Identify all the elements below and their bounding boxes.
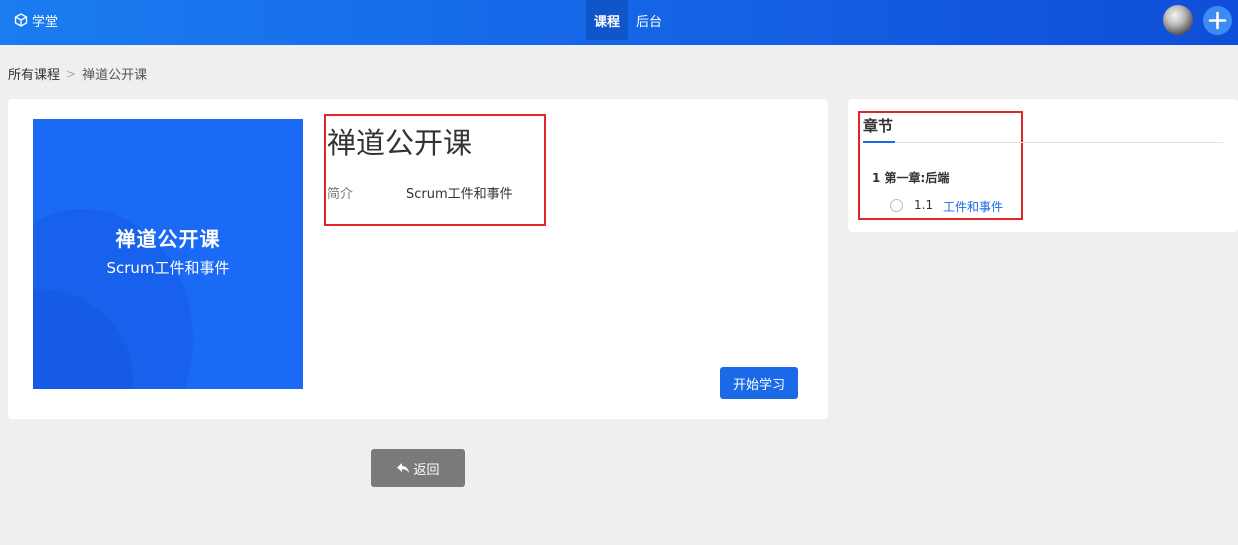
- breadcrumb-separator: >: [66, 66, 77, 81]
- user-avatar[interactable]: [1163, 5, 1193, 35]
- brand-logo[interactable]: 学堂: [14, 0, 58, 40]
- lesson-number: 1.1: [914, 198, 934, 212]
- chapters-heading: 章节: [863, 117, 894, 135]
- cube-icon: [14, 13, 28, 27]
- cover-title: 禅道公开课: [115, 227, 221, 251]
- start-learning-button[interactable]: 开始学习: [720, 367, 798, 399]
- add-button[interactable]: [1203, 6, 1232, 35]
- lesson-status-icon: [890, 199, 903, 212]
- active-tab-indicator: [863, 141, 895, 143]
- course-title: 禅道公开课: [327, 126, 473, 160]
- main-nav: 课程 后台: [586, 0, 670, 40]
- reply-arrow-icon: [397, 463, 410, 473]
- cover-subtitle: Scrum工件和事件: [106, 259, 230, 277]
- top-navbar: 学堂 课程 后台: [0, 0, 1238, 45]
- lesson-link[interactable]: 工件和事件: [943, 198, 1003, 215]
- course-detail-card: 禅道公开课 Scrum工件和事件 禅道公开课 简介 Scrum工件和事件 开始学…: [8, 99, 828, 419]
- back-button-label: 返回: [413, 462, 440, 478]
- chapters-card: 章节 1 第一章:后端 1.1 工件和事件: [848, 99, 1238, 232]
- divider: [863, 142, 1223, 143]
- brand-name: 学堂: [32, 14, 59, 30]
- intro-label: 简介: [327, 187, 354, 202]
- breadcrumb: 所有课程 > 禅道公开课: [8, 64, 148, 84]
- tab-admin[interactable]: 后台: [628, 0, 670, 40]
- intro-value: Scrum工件和事件: [406, 187, 513, 202]
- breadcrumb-all-courses[interactable]: 所有课程: [8, 64, 60, 83]
- back-button[interactable]: 返回: [371, 449, 465, 487]
- breadcrumb-current: 禅道公开课: [82, 68, 148, 83]
- plus-icon: [1208, 11, 1227, 30]
- tab-courses[interactable]: 课程: [586, 0, 629, 40]
- chapter-title: 1 第一章:后端: [872, 171, 950, 185]
- course-cover-image: 禅道公开课 Scrum工件和事件: [33, 119, 303, 389]
